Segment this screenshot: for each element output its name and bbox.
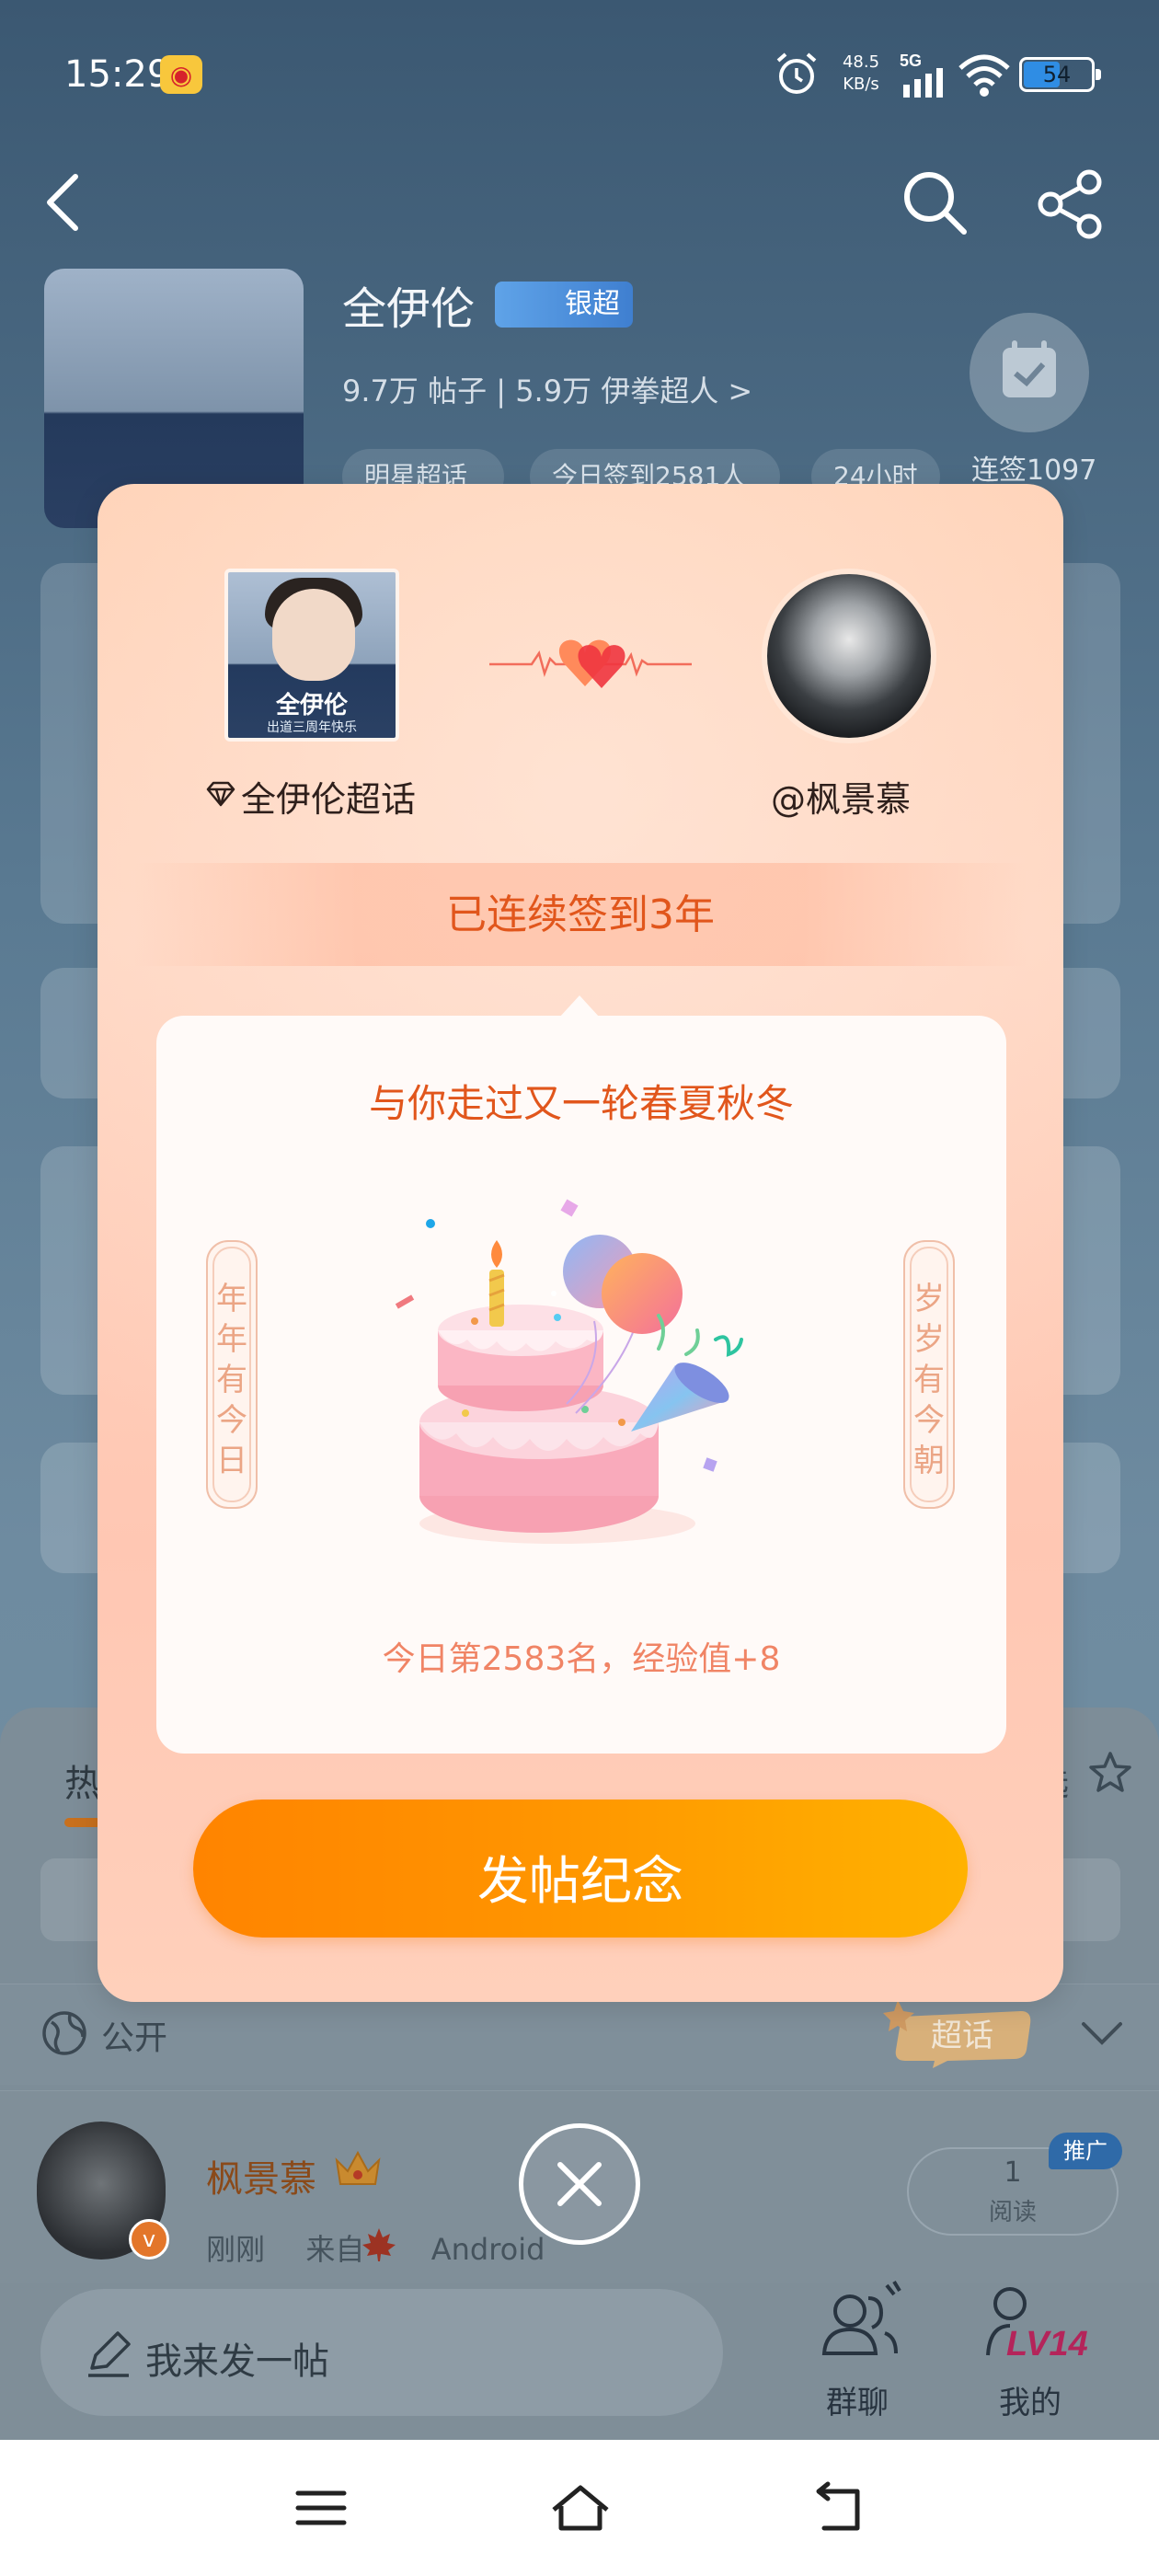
profile-level-icon[interactable]: LV14 [982,2278,1093,2366]
rank-exp-text: 今日第2583名，经验值+8 [382,1640,781,1678]
battery-tip [1096,69,1101,80]
system-nav-bar [0,2440,1159,2576]
supertopic-sticker-icon: 超话 [883,2000,1031,2068]
visibility-label: 公开 [101,2019,168,2057]
checkin-streak-label: 连签1097 [971,454,1097,487]
topic-avatar-text: 全伊伦 [275,692,348,719]
card-headline: 与你走过又一轮春夏秋冬 [368,1081,794,1126]
group-chat-icon[interactable] [815,2278,903,2366]
compose-post-box[interactable] [40,2289,723,2416]
back-nav-icon[interactable] [806,2478,870,2537]
left-scroll-banner: 年年有今日 [206,1240,258,1509]
tab-hot[interactable]: 热 [64,1754,101,1807]
post-source-prefix: 来自 [305,2232,365,2267]
calendar-check-icon [1003,340,1056,397]
share-icon[interactable] [1036,169,1106,239]
left-scroll-text: 年年有今日 [216,1281,247,1479]
topic-stats[interactable]: 9.7万 帖子 | 5.9万 伊拳超人 > [342,368,752,410]
post-author-name[interactable]: 枫景慕 [206,2149,316,2202]
me-label[interactable]: 我的 [975,2377,1085,2422]
net-speed-value: 48.5 [842,52,880,72]
user-avatar [762,569,936,743]
globe-icon [42,2011,86,2055]
right-scroll-banner: 岁岁有今朝 [903,1240,955,1509]
topic-avatar-image: 全伊伦 出道三周年快乐 [224,569,399,742]
card-pointer [559,995,600,1018]
search-icon[interactable] [898,166,971,239]
diamond-icon [206,781,235,807]
close-icon [557,2162,602,2206]
level-badge: LV14 [1006,2325,1088,2363]
birthday-cake-icon [395,1199,743,1544]
topic-avatar-face [272,589,355,681]
pen-icon [88,2331,131,2377]
topic-name: 全伊伦超话 [241,779,417,820]
alarm-clock-icon [776,52,817,94]
cellular-signal-icon: 5G [900,52,943,98]
group-chat-label[interactable]: 群聊 [798,2377,916,2422]
weibo-notification-icon: ◉ [160,55,202,94]
post-commemorate-button[interactable]: 发帖纪念 [193,1800,968,1938]
streak-text: 已连续签到3年 [446,891,715,938]
read-label: 阅读 [988,2199,1037,2226]
topic-title: 全伊伦 [342,283,476,335]
post-commemorate-label: 发帖纪念 [477,1852,683,1910]
chevron-down-icon[interactable] [1076,2015,1128,2052]
compose-placeholder[interactable]: 我来发一帖 [145,2331,329,2385]
post-time: 刚刚 [206,2232,266,2267]
silver-supertopic-badge: 银超 [495,282,633,328]
wifi-icon [958,54,1010,97]
user-handle: @枫景慕 [771,779,912,820]
battery-level-text: 54 [1042,62,1072,87]
network-speed: 48.5 KB/s [833,52,889,96]
topic-avatar-subtext: 出道三周年快乐 [267,720,357,735]
network-type: 5G [900,52,922,70]
checkin-anniversary-modal: 全伊伦 出道三周年快乐 全伊伦超话 @枫景慕 已连续签到3年 与你走过又一轮春夏… [98,484,1063,2002]
net-speed-unit: KB/s [843,75,879,94]
filter-star-icon[interactable] [1085,1748,1135,1798]
crown-icon [335,2150,381,2185]
checkin-button[interactable] [970,313,1089,432]
battery-indicator: 54 [1019,57,1101,92]
close-modal-button[interactable] [519,2123,640,2245]
status-time: 15:29 [64,53,171,96]
right-scroll-text: 岁岁有今朝 [913,1281,945,1479]
status-bar: 15:29 ◉ 48.5 KB/s 5G 54 [0,37,1159,120]
menu-icon[interactable] [289,2478,353,2537]
supertopic-sticker-text: 超话 [931,2018,993,2054]
heartbeat-heart-icon [489,639,692,688]
verified-badge-icon: v [129,2219,169,2260]
tab-active-indicator [64,1818,101,1827]
home-icon[interactable] [548,2478,613,2537]
maple-leaf-icon [362,2228,396,2261]
back-arrow-icon[interactable] [37,166,92,239]
promoted-badge: 推广 [1049,2133,1122,2169]
